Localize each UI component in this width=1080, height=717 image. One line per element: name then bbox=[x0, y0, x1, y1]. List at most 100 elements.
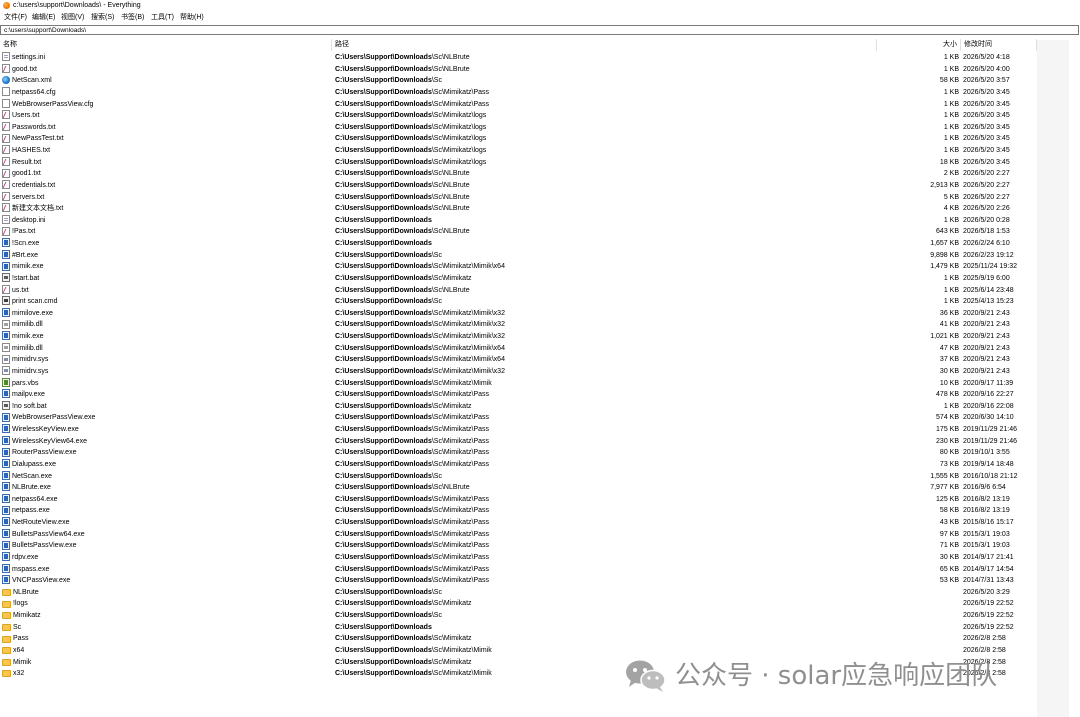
table-row[interactable]: netpass.exe C:\Users\Support\Downloads\Sc… bbox=[0, 505, 1080, 517]
table-row[interactable]: Pass C:\Users\Support\Downloads\Sc\Mimika… bbox=[0, 633, 1080, 645]
table-row[interactable]: NetScan.exe C:\Users\Support\Downloads\Sc… bbox=[0, 470, 1080, 483]
path-rest: \Sc\Mimikatz\Mimik\x64 bbox=[431, 344, 505, 352]
menu-tools[interactable]: 工具(T) bbox=[151, 13, 174, 22]
table-row[interactable]: NLBrute C:\Users\Support\Downloads\Sc 2026… bbox=[0, 587, 1080, 599]
table-row[interactable]: NetScan.xml C:\Users\Support\Downloads\Sc… bbox=[0, 75, 1080, 87]
table-row[interactable]: 新建文本文档.txt C:\Users\Support\Downloads\Sc\… bbox=[0, 203, 1080, 215]
window-title: c:\users\support\Downloads\ - Everything bbox=[13, 2, 141, 9]
column-name[interactable]: 名称 bbox=[0, 39, 332, 51]
path-rest: \Sc\NLBrute bbox=[431, 205, 470, 213]
table-row[interactable]: NLBrute.exe C:\Users\Support\Downloads\Sc… bbox=[0, 482, 1080, 494]
table-row[interactable]: print scan.cmd C:\Users\Support\Downloads… bbox=[0, 296, 1080, 308]
cell-path: C:\Users\Support\Downloads\Sc\Mimikatz\M… bbox=[335, 319, 875, 331]
table-row[interactable]: mimidrv.sys C:\Users\Support\Downloads\Sc… bbox=[0, 354, 1080, 366]
path-rest: \Sc\Mimikatz\Mimik\x32 bbox=[431, 367, 505, 375]
table-row[interactable]: WebBrowserPassView.cfg C:\Users\Support\D… bbox=[0, 98, 1080, 111]
path-match: C:\Users\Support\Downloads bbox=[335, 193, 432, 201]
file-name: BulletsPassView64.exe bbox=[12, 530, 85, 538]
table-row[interactable]: mimidrv.sys C:\Users\Support\Downloads\Sc… bbox=[0, 366, 1080, 378]
cell-size: 4 KB bbox=[943, 205, 959, 213]
table-row[interactable]: BulletsPassView.exe C:\Users\Support\Down… bbox=[0, 540, 1080, 552]
cell-path: C:\Users\Support\Downloads\Sc\Mimikatz\M… bbox=[335, 261, 875, 273]
table-row[interactable]: credentials.txt C:\Users\Support\Download… bbox=[0, 180, 1080, 192]
table-row[interactable]: !Scn.exe C:\Users\Support\Downloads 1,657 … bbox=[0, 238, 1080, 250]
cell-modified: 2026/5/20 2:27 bbox=[963, 170, 1010, 178]
table-row[interactable]: mimik.exe C:\Users\Support\Downloads\Sc\M… bbox=[0, 261, 1080, 273]
table-row[interactable]: mimilib.dll C:\Users\Support\Downloads\Sc… bbox=[0, 342, 1080, 355]
cell-modified: 2019/11/29 21:46 bbox=[963, 426, 1017, 433]
cell-size: 58 KB bbox=[939, 507, 959, 515]
file-name: good.txt bbox=[12, 65, 37, 73]
path-match: C:\Users\Support\Downloads bbox=[335, 391, 432, 399]
column-path[interactable]: 路径 bbox=[332, 39, 877, 51]
table-row[interactable]: Sc C:\Users\Support\Downloads 2026/5/19 22… bbox=[0, 622, 1080, 634]
table-row[interactable]: good.txt C:\Users\Support\Downloads\Sc\NL… bbox=[0, 63, 1080, 76]
table-row[interactable]: WirelessKeyView.exe C:\Users\Support\Down… bbox=[0, 424, 1080, 436]
cell-modified: 2016/10/18 21:12 bbox=[963, 472, 1018, 480]
file-name: netpass64.exe bbox=[12, 495, 58, 503]
table-row[interactable]: x64 C:\Users\Support\Downloads\Sc\Mimikat… bbox=[0, 645, 1080, 657]
exe-file-icon bbox=[2, 505, 10, 515]
table-row[interactable]: NewPassTest.txt C:\Users\Support\Download… bbox=[0, 133, 1080, 145]
table-row[interactable]: RouterPassView.exe C:\Users\Support\Downl… bbox=[0, 447, 1080, 459]
path-match: C:\Users\Support\Downloads bbox=[335, 449, 432, 457]
table-row[interactable]: !start.bat C:\Users\Support\Downloads\Sc\… bbox=[0, 273, 1080, 285]
table-row[interactable]: Passwords.txt C:\Users\Support\Downloads\… bbox=[0, 122, 1080, 134]
column-size[interactable]: 大小 bbox=[877, 39, 961, 51]
exe-file-icon bbox=[2, 447, 10, 457]
folder-file-icon bbox=[2, 600, 11, 608]
file-name: NetRouteView.exe bbox=[12, 519, 70, 526]
path-match: C:\Users\Support\Downloads bbox=[335, 612, 432, 619]
table-row[interactable]: servers.txt C:\Users\Support\Downloads\Sc… bbox=[0, 191, 1080, 204]
table-row[interactable]: us.txt C:\Users\Support\Downloads\Sc\NLBr… bbox=[0, 284, 1080, 297]
cell-name: !no soft.bat bbox=[2, 401, 322, 413]
cell-name: print scan.cmd bbox=[2, 296, 322, 308]
table-row[interactable]: mspass.exe C:\Users\Support\Downloads\Sc\… bbox=[0, 563, 1080, 576]
ini-file-icon bbox=[2, 52, 10, 62]
cfg-file-icon bbox=[2, 87, 10, 97]
table-row[interactable]: !Pas.txt C:\Users\Support\Downloads\Sc\NL… bbox=[0, 226, 1080, 238]
menu-bookmarks[interactable]: 书签(B) bbox=[121, 13, 144, 22]
table-row[interactable]: mailpv.exe C:\Users\Support\Downloads\Sc\… bbox=[0, 389, 1080, 401]
menu-file[interactable]: 文件(F) bbox=[4, 13, 27, 22]
cell-size: 1 KB bbox=[943, 274, 959, 282]
table-row[interactable]: WebBrowserPassView.exe C:\Users\Support\D… bbox=[0, 412, 1080, 424]
table-row[interactable]: settings.ini C:\Users\Support\Downloads\S… bbox=[0, 52, 1080, 64]
menu-help[interactable]: 帮助(H) bbox=[180, 13, 204, 22]
table-row[interactable]: NetRouteView.exe C:\Users\Support\Downloa… bbox=[0, 517, 1080, 529]
table-row[interactable]: mimik.exe C:\Users\Support\Downloads\Sc\M… bbox=[0, 331, 1080, 343]
cell-name: pars.vbs bbox=[2, 377, 322, 390]
path-match: C:\Users\Support\Downloads bbox=[335, 228, 432, 236]
table-row[interactable]: Users.txt C:\Users\Support\Downloads\Sc\M… bbox=[0, 110, 1080, 122]
cell-path: C:\Users\Support\Downloads\Sc\Mimikatz\M… bbox=[335, 378, 875, 390]
table-row[interactable]: rdpv.exe C:\Users\Support\Downloads\Sc\Mi… bbox=[0, 552, 1080, 564]
column-modified[interactable]: 修改时间 bbox=[961, 39, 1037, 51]
table-row[interactable]: WirelessKeyView64.exe C:\Users\Support\Do… bbox=[0, 435, 1080, 448]
menu-view[interactable]: 视图(V) bbox=[61, 13, 84, 22]
table-row[interactable]: desktop.ini C:\Users\Support\Downloads 1 K… bbox=[0, 215, 1080, 227]
table-row[interactable]: mimilib.dll C:\Users\Support\Downloads\Sc… bbox=[0, 319, 1080, 331]
table-row[interactable]: VNCPassView.exe C:\Users\Support\Download… bbox=[0, 575, 1080, 587]
cell-size: 1,021 KB bbox=[930, 333, 959, 340]
table-row[interactable]: netpass64.exe C:\Users\Support\Downloads\… bbox=[0, 494, 1080, 506]
table-row[interactable]: good1.txt C:\Users\Support\Downloads\Sc\N… bbox=[0, 168, 1080, 180]
menu-edit[interactable]: 编辑(E) bbox=[32, 13, 55, 22]
table-row[interactable]: HASHES.txt C:\Users\Support\Downloads\Sc\… bbox=[0, 145, 1080, 157]
watermark-text: 公众号 · solar应急响应团队 bbox=[675, 661, 998, 691]
table-row[interactable]: mimilove.exe C:\Users\Support\Downloads\S… bbox=[0, 308, 1080, 320]
table-row[interactable]: #Brt.exe C:\Users\Support\Downloads\Sc 9,8… bbox=[0, 249, 1080, 262]
table-row[interactable]: Dialupass.exe C:\Users\Support\Downloads\… bbox=[0, 459, 1080, 471]
table-row[interactable]: Result.txt C:\Users\Support\Downloads\Sc\… bbox=[0, 156, 1080, 169]
search-input[interactable] bbox=[1, 26, 1078, 34]
menu-search[interactable]: 搜索(S) bbox=[91, 13, 114, 22]
table-row[interactable]: !logs C:\Users\Support\Downloads\Sc\Mimik… bbox=[0, 598, 1080, 610]
table-row[interactable]: pars.vbs C:\Users\Support\Downloads\Sc\Mi… bbox=[0, 377, 1080, 390]
path-rest: \Sc bbox=[431, 612, 442, 619]
cell-size: 47 KB bbox=[939, 344, 959, 352]
cell-name: 新建文本文档.txt bbox=[2, 203, 322, 215]
table-row[interactable]: Mimikatz C:\Users\Support\Downloads\Sc 202… bbox=[0, 610, 1080, 622]
table-row[interactable]: netpass64.cfg C:\Users\Support\Downloads\… bbox=[0, 87, 1080, 99]
table-row[interactable]: !no soft.bat C:\Users\Support\Downloads\S… bbox=[0, 401, 1080, 413]
path-match: C:\Users\Support\Downloads bbox=[335, 646, 432, 654]
table-row[interactable]: BulletsPassView64.exe C:\Users\Support\Do… bbox=[0, 528, 1080, 541]
